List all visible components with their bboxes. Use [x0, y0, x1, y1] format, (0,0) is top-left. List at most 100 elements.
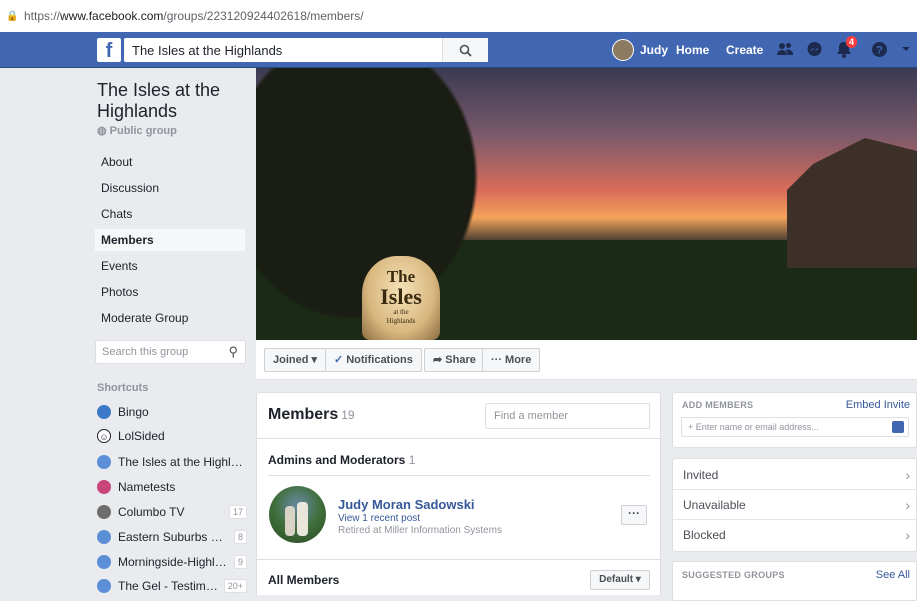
url-scheme: https:// [24, 9, 61, 23]
admin-recent-post-link[interactable]: View 1 recent post [338, 513, 420, 524]
suggested-groups-card: SUGGESTED GROUPS See All [672, 561, 917, 601]
group-menu-members[interactable]: Members [95, 229, 245, 251]
chevron-right-icon: › [905, 497, 910, 513]
cover-rock-sign: The Isles at the Highlands [362, 256, 440, 340]
group-menu-moderate[interactable]: Moderate Group [95, 307, 245, 329]
nav-home-link[interactable]: Home [676, 32, 709, 68]
shortcut-label: Eastern Suburbs NE... [118, 530, 230, 544]
group-menu-discussion[interactable]: Discussion [95, 177, 245, 199]
admin-avatar[interactable] [269, 486, 326, 543]
more-button[interactable]: ··· More [482, 348, 541, 372]
blocked-label: Blocked [683, 528, 726, 542]
shortcuts-heading: Shortcuts [97, 382, 149, 394]
share-label: Share [445, 354, 476, 366]
group-icon [97, 530, 111, 544]
shortcut-label: The Isles at the Highlands [118, 455, 247, 469]
shortcut-item[interactable]: Columbo TV 17 [97, 502, 247, 522]
all-members-heading: All Members [268, 573, 340, 587]
search-icon[interactable]: ⚲ [228, 341, 238, 363]
group-privacy-label: Public group [109, 125, 177, 137]
friend-requests-icon[interactable] [776, 41, 794, 59]
shortcut-count: 20+ [223, 579, 247, 593]
invited-row[interactable]: Invited › [673, 460, 917, 490]
shortcut-item[interactable]: Eastern Suburbs NE... 8 [97, 527, 247, 547]
admins-heading-label: Admins and Moderators [268, 453, 406, 467]
divider [257, 559, 662, 560]
nav-create-link[interactable]: Create [726, 32, 763, 68]
admin-more-button[interactable]: ··· [621, 505, 647, 525]
global-search[interactable]: The Isles at the Highlands [124, 38, 488, 62]
divider [268, 475, 650, 476]
shortcut-label: The Gel - Testimoni... [118, 579, 220, 593]
columbo-icon [97, 505, 111, 519]
find-member-input[interactable]: Find a member [485, 403, 650, 429]
admins-count: 1 [408, 453, 416, 467]
add-member-input[interactable]: + Enter name or email address... [681, 417, 909, 437]
shortcut-count: 9 [233, 555, 247, 569]
group-menu-about[interactable]: About [95, 151, 245, 173]
shortcut-label: Bingo [118, 405, 149, 419]
admins-heading: Admins and Moderators 1 [268, 453, 415, 467]
group-menu-photos[interactable]: Photos [95, 281, 245, 303]
search-icon[interactable] [442, 38, 488, 62]
group-menu-events[interactable]: Events [95, 255, 245, 277]
checkmark-icon: ✓ [334, 354, 344, 366]
members-title-label: Members [268, 406, 339, 423]
globe-icon: ◍ [97, 125, 110, 137]
cover-photo[interactable]: The Isles at the Highlands [256, 68, 917, 340]
group-privacy: ◍ Public group [97, 124, 177, 137]
invited-label: Invited [683, 468, 719, 482]
shortcut-item[interactable]: Bingo [97, 402, 247, 422]
url-path: /groups/223120924402618/members/ [163, 9, 364, 23]
shortcut-item[interactable]: The Isles at the Highlands [97, 452, 247, 472]
notifications-button[interactable]: ✓ Notifications [325, 348, 422, 372]
joined-button[interactable]: Joined ▾ [264, 348, 327, 372]
shortcut-item[interactable]: Nametests [97, 477, 247, 497]
embed-invite-link[interactable]: Embed Invite [846, 399, 910, 411]
nav-user-name: Judy [640, 43, 669, 57]
group-icon [97, 579, 111, 593]
members-count: 19 [341, 408, 355, 422]
shortcut-item[interactable]: ☺ LolSided [97, 426, 247, 446]
account-menu-chevron-icon[interactable] [897, 41, 915, 59]
unavailable-row[interactable]: Unavailable › [673, 490, 917, 520]
unavailable-label: Unavailable [683, 498, 746, 512]
shortcut-item[interactable]: The Gel - Testimoni... 20+ [97, 576, 247, 596]
rock-text-line: at the [393, 308, 409, 316]
photo-figure [285, 506, 295, 536]
blocked-row[interactable]: Blocked › [673, 520, 917, 550]
add-members-heading: ADD MEMBERS [682, 400, 754, 410]
avatar [612, 39, 634, 61]
svg-text:?: ? [876, 45, 883, 57]
admin-name-link[interactable]: Judy Moran Sadowski [338, 497, 475, 512]
chevron-right-icon: › [905, 527, 910, 543]
see-all-link[interactable]: See All [876, 569, 910, 581]
shortcut-label: Morningside-Highlan... [118, 555, 230, 569]
shortcut-item[interactable]: Morningside-Highlan... 9 [97, 552, 247, 572]
group-icon [97, 455, 111, 469]
search-input[interactable]: The Isles at the Highlands [124, 43, 442, 58]
group-title[interactable]: The Isles at the Highlands [97, 80, 247, 122]
chevron-right-icon: › [905, 467, 910, 483]
lock-icon: 🔒 [6, 10, 19, 22]
group-search-input[interactable]: Search this group ⚲ [95, 340, 246, 364]
shortcut-label: Nametests [118, 480, 176, 494]
nav-profile-link[interactable]: Judy [612, 32, 668, 68]
group-search-placeholder: Search this group [102, 346, 189, 358]
sort-dropdown[interactable]: Default ▾ [590, 570, 650, 590]
notifications-label: Notifications [346, 354, 413, 366]
group-menu-chats[interactable]: Chats [95, 203, 245, 225]
shortcut-label: Columbo TV [118, 505, 185, 519]
browser-url-bar[interactable]: 🔒 https:// www.facebook.com /groups/2231… [0, 0, 917, 32]
cover-house [787, 138, 917, 268]
shortcut-label: LolSided [118, 429, 165, 443]
shortcut-count: 8 [233, 530, 247, 544]
share-button[interactable]: ➦ Share [424, 348, 485, 372]
messenger-icon[interactable] [805, 41, 823, 59]
rock-text-line: Isles [380, 284, 422, 309]
share-arrow-icon: ➦ [433, 354, 446, 366]
smiley-icon: ☺ [97, 429, 111, 443]
help-icon[interactable]: ? [870, 41, 888, 59]
bingo-icon [97, 405, 111, 419]
facebook-logo-icon[interactable]: f [97, 38, 121, 62]
